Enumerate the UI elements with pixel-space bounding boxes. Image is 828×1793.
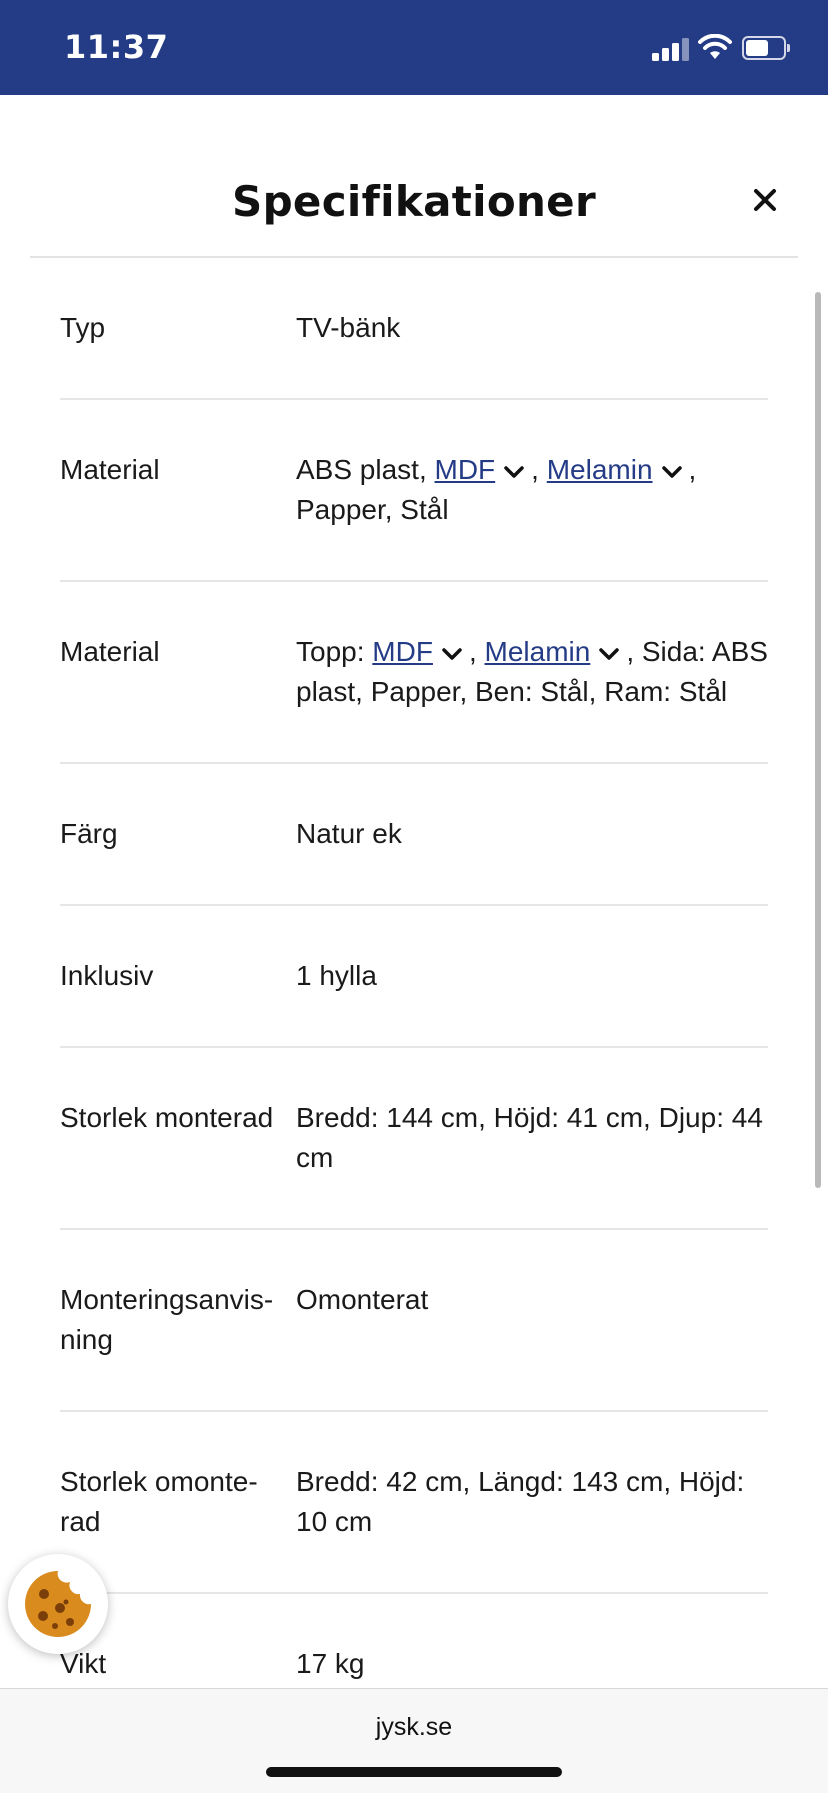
spec-label: Material xyxy=(60,454,160,485)
close-icon[interactable] xyxy=(740,175,790,225)
spec-value-text: Topp: xyxy=(296,636,373,667)
cookie-settings-button[interactable] xyxy=(8,1554,108,1654)
separator-text: , xyxy=(468,636,485,667)
spec-value: Bredd: 144 cm, Höjd: 41 cm, Djup: 44 cm xyxy=(296,1102,763,1173)
modal-header: Specifikationer xyxy=(0,95,828,258)
spec-label: Material xyxy=(60,636,160,667)
spec-value: ABS plast, MDF, Melamin, Papper, Stål xyxy=(296,450,768,530)
spec-row-material: Material ABS plast, MDF, Melamin, Papper… xyxy=(60,400,768,582)
spec-list: Typ TV-bänk Material ABS plast, MDF, Mel… xyxy=(60,258,768,1736)
domain-label[interactable]: jysk.se xyxy=(0,1713,828,1742)
battery-icon xyxy=(742,36,790,60)
spec-label: Inklusiv xyxy=(60,960,154,991)
spec-value-text: ABS plast, xyxy=(296,454,435,485)
spec-row-storlek-omonterad: Storlek omonte-rad Bredd: 42 cm, Längd: … xyxy=(60,1412,768,1594)
spec-value: 1 hylla xyxy=(296,960,377,991)
spec-value: Topp: MDF, Melamin, Sida: ABS plast, Pap… xyxy=(296,632,768,712)
scrollbar[interactable] xyxy=(815,292,821,1188)
spec-value: Natur ek xyxy=(296,818,402,849)
separator-text: , xyxy=(531,454,547,485)
chevron-down-icon[interactable] xyxy=(598,647,620,661)
melamin-link[interactable]: Melamin xyxy=(547,454,653,485)
spec-row-monteringsanvisning: Monteringsanvis-ning Omonterat xyxy=(60,1230,768,1412)
spec-value: 17 kg xyxy=(296,1648,365,1679)
melamin-link[interactable]: Melamin xyxy=(485,636,591,667)
spec-label: Storlek omonte-rad xyxy=(60,1466,258,1537)
mdf-link[interactable]: MDF xyxy=(435,454,496,485)
spec-label: Monteringsanvis-ning xyxy=(60,1284,274,1355)
spec-row-typ: Typ TV-bänk xyxy=(60,258,768,400)
status-bar: 11:37 xyxy=(0,0,828,95)
spec-value: Bredd: 42 cm, Längd: 143 cm, Höjd: 10 cm xyxy=(296,1466,745,1537)
browser-bottom-bar: jysk.se xyxy=(0,1688,828,1793)
mdf-link[interactable]: MDF xyxy=(372,636,433,667)
spec-row-material-parts: Material Topp: MDF, Melamin, Sida: ABS p… xyxy=(60,582,768,764)
spec-row-farg: Färg Natur ek xyxy=(60,764,768,906)
wifi-icon xyxy=(698,34,732,59)
chevron-down-icon[interactable] xyxy=(441,647,463,661)
spec-value: TV-bänk xyxy=(296,312,401,343)
chevron-down-icon[interactable] xyxy=(661,465,683,479)
cellular-signal-icon xyxy=(652,37,689,61)
spec-label: Typ xyxy=(60,312,106,343)
home-indicator[interactable] xyxy=(266,1767,562,1777)
spec-label: Storlek monterad xyxy=(60,1102,274,1133)
spec-row-inklusiv: Inklusiv 1 hylla xyxy=(60,906,768,1048)
spec-row-storlek-monterad: Storlek monterad Bredd: 144 cm, Höjd: 41… xyxy=(60,1048,768,1230)
status-time: 11:37 xyxy=(64,28,169,66)
spec-value: Omonterat xyxy=(296,1284,429,1315)
spec-label: Färg xyxy=(60,818,118,849)
chevron-down-icon[interactable] xyxy=(503,465,525,479)
modal-title: Specifikationer xyxy=(232,177,596,226)
cookie-icon xyxy=(25,1571,91,1637)
